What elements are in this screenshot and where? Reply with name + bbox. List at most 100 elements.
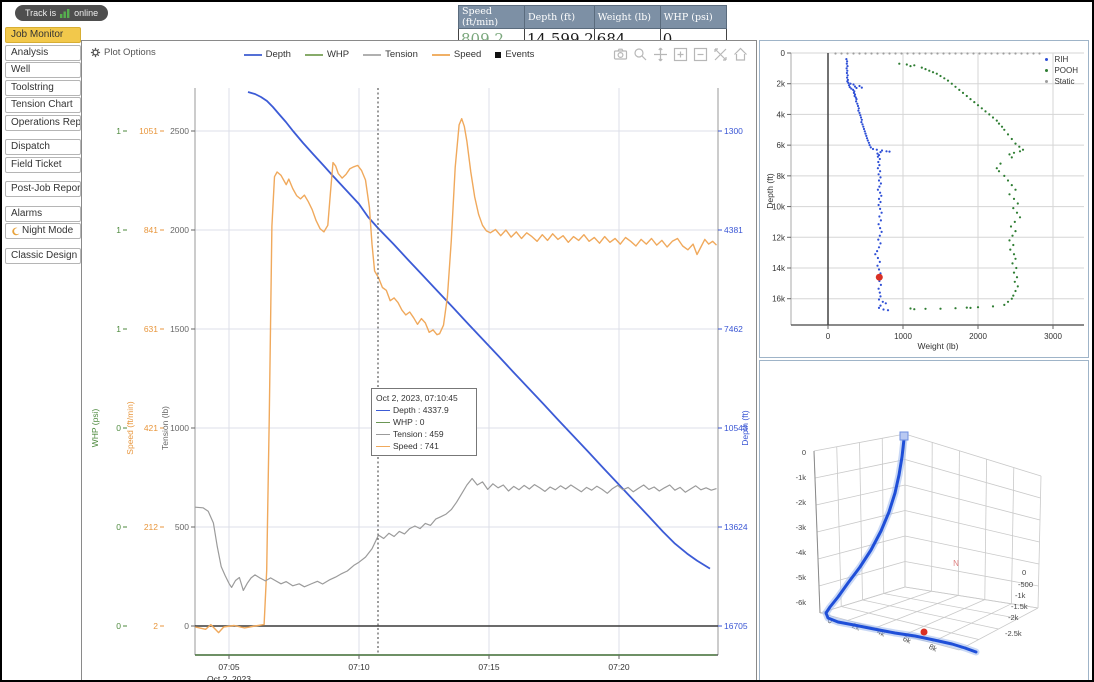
legend-label: RIH xyxy=(1054,55,1068,64)
sidebar-nav: Job Monitor AnalysisWell Toolstring Tension… xyxy=(5,27,81,265)
sidebar-item-night-mode[interactable]: Night Mode xyxy=(5,223,81,239)
scatter-ylabel: Depth (ft) xyxy=(765,173,775,209)
tick-label: 0 xyxy=(116,621,121,631)
sidebar-item-job-monitor[interactable]: Job Monitor xyxy=(5,27,81,43)
series-depth xyxy=(248,92,710,569)
tick-label: -6k xyxy=(796,598,807,607)
moon-icon xyxy=(11,227,20,236)
tooltip-title: Oct 2, 2023, 07:10:45 xyxy=(376,392,472,404)
scatter-legend: RIH POOH Static xyxy=(1045,55,1078,86)
stat-header: Weight (lb) xyxy=(594,6,660,29)
sidebar-item-dispatch[interactable]: Dispatch xyxy=(5,139,81,155)
time-series-panel: Plot Options DepthWHPTensionSpeedEvents … xyxy=(81,40,757,682)
scatter-series-pooh xyxy=(898,63,1024,311)
tick-label: 8k xyxy=(777,172,786,181)
tick-label: 1500 xyxy=(170,324,189,334)
tooltip-swatch xyxy=(376,434,390,435)
tick-label: 12k xyxy=(772,233,786,242)
tooltip-row: WHP : 0 xyxy=(376,416,472,428)
sidebar-item-analysis[interactable]: Analysis xyxy=(5,45,81,61)
tooltip-swatch xyxy=(376,410,390,411)
tick-label: 2k xyxy=(777,80,786,89)
tick-label: 421 xyxy=(144,423,158,433)
sidebar-group-gap xyxy=(5,132,81,139)
tick-label: 0 xyxy=(1022,568,1026,577)
scatter-legend-static[interactable]: Static xyxy=(1045,77,1078,86)
stat-header: WHP (psi) xyxy=(660,6,726,29)
tick-label: -2k xyxy=(1008,613,1019,622)
tick-label: 16k xyxy=(772,295,786,304)
scatter-legend-rih[interactable]: RIH xyxy=(1045,55,1078,64)
sidebar-item-post-job-report[interactable]: Post-Job Report xyxy=(5,181,81,197)
legend-dot xyxy=(1045,80,1049,84)
sidebar-item-label: Toolstring xyxy=(11,81,54,95)
sidebar-item-well[interactable]: Well xyxy=(5,62,81,78)
legend-dot xyxy=(1045,69,1049,73)
legend-dot xyxy=(1045,58,1049,62)
series-speed xyxy=(195,119,716,633)
sidebar-item-label: Operations Report xyxy=(11,116,81,130)
sidebar-item-operations-report[interactable]: Operations Report xyxy=(5,115,81,131)
app-window: Track is online Speed (ft/min) Depth (ft)… xyxy=(0,0,1094,682)
scatter-legend-pooh[interactable]: POOH xyxy=(1045,66,1078,75)
sidebar-item-alarms[interactable]: Alarms xyxy=(5,206,81,222)
tick-label: 1 xyxy=(116,126,121,136)
tick-label: 4381 xyxy=(724,225,743,235)
trajectory-3d-chart[interactable]: 0-1k-2k-3k-4k-5k-6k02k4k6k8k0-500-1k-1.5… xyxy=(760,361,1088,682)
tick-label: 2000 xyxy=(969,332,987,341)
signal-icon xyxy=(60,8,70,18)
tick-label: 212 xyxy=(144,522,158,532)
tick-label: 841 xyxy=(144,225,158,235)
sidebar-item-field-ticket[interactable]: Field Ticket xyxy=(5,157,81,173)
sidebar-item-label: Classic Design xyxy=(11,249,77,263)
north-annotation: N xyxy=(953,559,959,568)
tooltip-value: Speed : 741 xyxy=(393,440,439,452)
tooltip-value: Tension : 459 xyxy=(393,428,444,440)
tick-label: 1300 xyxy=(724,126,743,136)
tick-label: -1.5k xyxy=(1011,602,1028,611)
tick-label: 0 xyxy=(184,621,189,631)
sidebar-group-gap xyxy=(5,241,81,248)
tick-label: -1k xyxy=(1015,591,1026,600)
trajectory-start-marker xyxy=(900,432,908,440)
scatter-series-current xyxy=(876,274,883,281)
tooltip-row: Tension : 459 xyxy=(376,428,472,440)
grid-wall xyxy=(814,434,905,613)
time-series-chart[interactable]: 1105125001300184120004381163115007462042… xyxy=(82,41,758,682)
hover-tooltip: Oct 2, 2023, 07:10:45 Depth : 4337.9WHP … xyxy=(371,388,477,456)
tick-label: 3000 xyxy=(1044,332,1062,341)
tick-label: 6k xyxy=(777,141,786,150)
trajectory-3d-panel: 0-1k-2k-3k-4k-5k-6k02k4k6k8k0-500-1k-1.5… xyxy=(759,360,1089,682)
current-position-marker xyxy=(921,629,928,636)
sidebar-item-tension-chart[interactable]: Tension Chart xyxy=(5,97,81,113)
sidebar-item-label: Job Monitor xyxy=(11,28,63,42)
sidebar-item-toolstring[interactable]: Toolstring xyxy=(5,80,81,96)
tick-label: 07:05 xyxy=(218,662,240,672)
x-axis-date-label: Oct 2, 2023 xyxy=(207,674,251,682)
tick-label: 0 xyxy=(116,423,121,433)
tick-label: 1000 xyxy=(894,332,912,341)
scatter-series-static xyxy=(834,52,1040,54)
tick-label: 07:15 xyxy=(478,662,500,672)
track-status-button[interactable]: Track is online xyxy=(15,5,108,21)
weight-depth-chart[interactable]: 010002000300002k4k6k8k10k12k14k16kWeight… xyxy=(760,41,1088,357)
tick-label: 07:10 xyxy=(348,662,370,672)
tick-label: 2 xyxy=(153,621,158,631)
tick-label: 1051 xyxy=(139,126,158,136)
tick-label: 0 xyxy=(802,448,806,457)
sidebar-item-classic-design[interactable]: Classic Design xyxy=(5,248,81,264)
axis-title: Speed (ft/min) xyxy=(125,401,135,455)
tooltip-swatch xyxy=(376,422,390,423)
tick-label: 07:20 xyxy=(608,662,630,672)
axis-title: Tension (lb) xyxy=(160,406,170,450)
series-tension xyxy=(195,479,716,591)
sidebar-item-label: Post-Job Report xyxy=(11,182,81,196)
tick-label: -1k xyxy=(796,473,807,482)
tick-label: -2.5k xyxy=(1005,629,1022,638)
tooltip-value: WHP : 0 xyxy=(393,416,425,428)
track-label-before: Track is xyxy=(25,8,56,18)
tick-label: 13624 xyxy=(724,522,748,532)
stat-header: Speed (ft/min) xyxy=(459,6,525,29)
tick-label: 1 xyxy=(116,324,121,334)
tick-label: 1 xyxy=(116,225,121,235)
